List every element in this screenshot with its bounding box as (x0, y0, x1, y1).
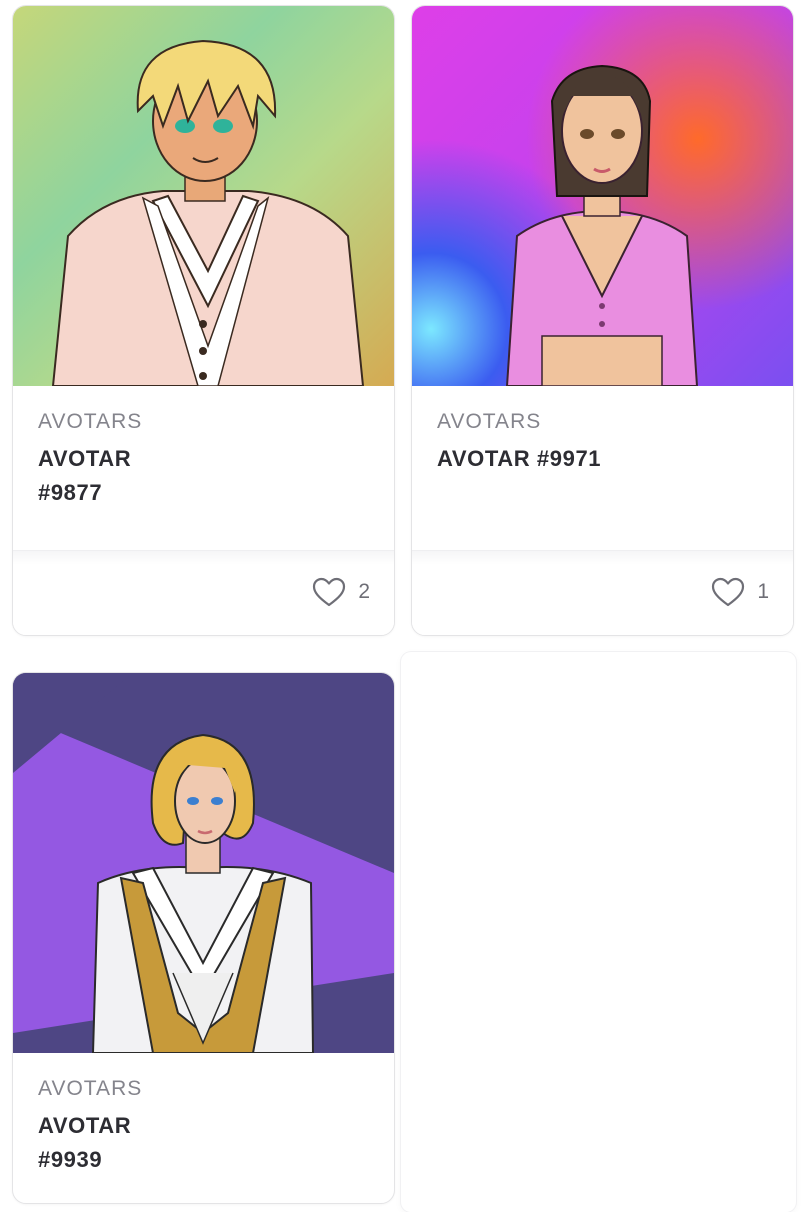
heart-outline-icon[interactable] (312, 577, 346, 607)
like-count: 2 (358, 580, 370, 603)
collection-name[interactable]: AVOTARS (38, 410, 374, 434)
avatar-image-9939[interactable] (13, 673, 394, 1053)
avatar-image-9877[interactable] (13, 6, 394, 386)
card-footer: 2 (13, 550, 394, 635)
avatar-image-9971[interactable] (412, 6, 793, 386)
nft-card-9939[interactable]: AVOTARS AVOTAR #9939 (12, 672, 395, 1204)
item-title-line1[interactable]: AVOTAR (38, 1109, 148, 1143)
nft-card-9971[interactable]: AVOTARS AVOTAR #9971 1 (411, 5, 794, 636)
nft-card-9877[interactable]: AVOTARS AVOTAR #9877 2 (12, 5, 395, 636)
collection-name[interactable]: AVOTARS (437, 410, 773, 434)
collection-name[interactable]: AVOTARS (38, 1077, 374, 1101)
card-footer: 1 (412, 550, 793, 635)
empty-card-slot (401, 652, 796, 1212)
item-title-line1[interactable]: AVOTAR #9971 (437, 442, 767, 476)
item-title-line2[interactable]: #9939 (38, 1143, 148, 1177)
heart-outline-icon[interactable] (711, 577, 745, 607)
like-button[interactable]: 2 (312, 575, 370, 609)
item-title-line2[interactable]: #9877 (38, 476, 148, 510)
item-title-line1[interactable]: AVOTAR (38, 442, 148, 476)
like-button[interactable]: 1 (711, 575, 769, 609)
like-count: 1 (757, 580, 769, 603)
